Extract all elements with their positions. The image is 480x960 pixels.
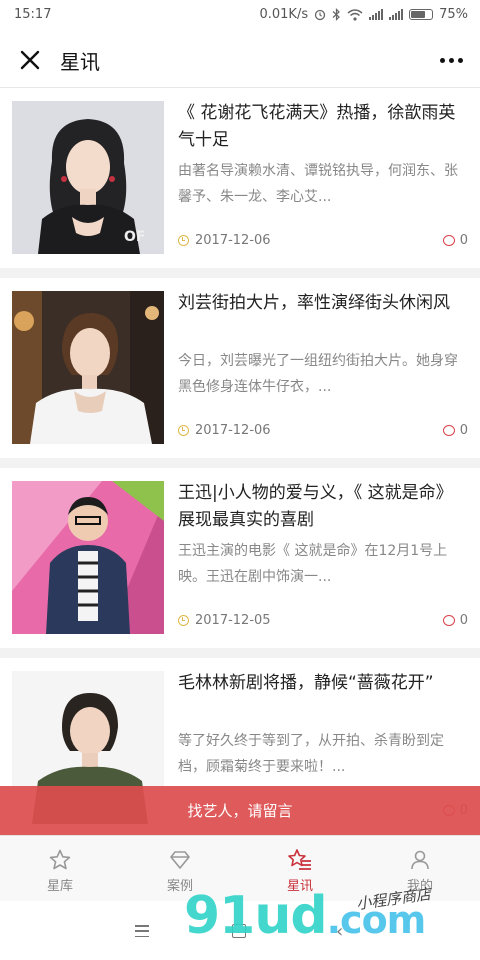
svg-text:OF: OF — [124, 229, 145, 245]
article-title: 王迅|小人物的爱与义，《 这就是命》展现最真实的喜剧 — [178, 483, 453, 530]
article-title: 毛林林新剧将播，静候“蔷薇花开” — [178, 673, 434, 693]
signal-icon — [389, 9, 404, 20]
page-title: 星讯 — [60, 50, 100, 74]
comment-count-text: 0 — [459, 613, 468, 628]
diamond-icon — [170, 851, 190, 869]
article-summary: 今日，刘芸曝光了一组纽约街拍大片。她身穿黑色修身连体牛仔衣，... — [178, 353, 458, 395]
tab-bar: 星库 案例 星讯 我的 — [0, 835, 480, 901]
wifi-icon — [347, 8, 363, 21]
status-time: 15:17 — [14, 7, 52, 22]
tab-cases[interactable]: 案例 — [120, 836, 240, 901]
comment-count-text: 0 — [459, 423, 468, 438]
battery-percent: 75% — [439, 7, 468, 22]
article-date: 2017-12-05 — [178, 613, 271, 628]
article-title: 刘芸街拍大片，率性演绎街头休闲风 — [178, 293, 450, 313]
status-right: 0.01K/s 75% — [259, 7, 468, 22]
tab-label: 案例 — [166, 879, 193, 894]
star-list-icon — [288, 849, 311, 870]
alarm-icon — [314, 9, 326, 21]
clock-icon — [178, 425, 189, 436]
comment-count-text: 0 — [459, 233, 468, 248]
tab-label: 星讯 — [286, 879, 313, 894]
article-thumbnail: OF — [12, 101, 164, 254]
clock-icon — [178, 615, 189, 626]
comment-icon — [442, 425, 455, 436]
article-summary: 王迅主演的电影《 这就是命》在12月1号上映。王迅在剧中饰演一... — [178, 543, 448, 585]
news-card[interactable]: 王迅|小人物的爱与义，《 这就是命》展现最真实的喜剧 王迅主演的电影《 这就是命… — [0, 468, 480, 648]
article-summary: 由著名导演赖水清、谭锐铭执导，何润东、张馨予、朱一龙、李心艾... — [178, 163, 458, 205]
comment-icon — [442, 235, 455, 246]
article-title: 《 花谢花飞花满天》热播，徐歆雨英气十足 — [178, 103, 456, 150]
battery-icon — [409, 9, 434, 20]
article-thumbnail — [12, 481, 164, 634]
menu-icon[interactable] — [135, 925, 149, 937]
tab-label: 星库 — [46, 879, 73, 894]
signal-icon — [369, 9, 384, 20]
close-icon[interactable] — [16, 46, 44, 74]
leave-message-button[interactable]: 找艺人，请留言 — [0, 786, 480, 835]
star-icon — [49, 849, 71, 870]
comment-icon — [442, 615, 455, 626]
news-feed: OF 《 花谢花飞花满天》热播，徐歆雨英气十足 由著名导演赖水清、谭锐铭执导，何… — [0, 88, 480, 848]
tab-label: 我的 — [406, 879, 433, 894]
comment-count: 0 — [442, 423, 468, 438]
app-screen: 15:17 0.01K/s 75% 星讯 OF 《 花谢花飞花满天》热播，徐歆雨… — [0, 0, 480, 960]
comment-count: 0 — [442, 233, 468, 248]
date-text: 2017-12-05 — [195, 613, 271, 628]
person-icon — [411, 850, 429, 870]
clock-icon — [178, 235, 189, 246]
article-thumbnail — [12, 291, 164, 444]
home-icon[interactable] — [232, 924, 246, 938]
news-card[interactable]: 刘芸街拍大片，率性演绎街头休闲风 今日，刘芸曝光了一组纽约街拍大片。她身穿黑色修… — [0, 278, 480, 458]
tab-star-library[interactable]: 星库 — [0, 836, 120, 901]
article-date: 2017-12-06 — [178, 233, 271, 248]
date-text: 2017-12-06 — [195, 423, 271, 438]
nav-bar: 星讯 — [0, 32, 480, 88]
back-icon[interactable]: ‹ — [336, 921, 343, 942]
bluetooth-icon — [332, 8, 340, 21]
news-card[interactable]: OF 《 花谢花飞花满天》热播，徐歆雨英气十足 由著名导演赖水清、谭锐铭执导，何… — [0, 88, 480, 268]
article-summary: 等了好久终于等到了，从开拍、杀青盼到定档，顾霜菊终于要来啦！... — [178, 733, 444, 775]
more-icon[interactable] — [436, 48, 466, 72]
network-speed: 0.01K/s — [259, 7, 309, 22]
article-date: 2017-12-06 — [178, 423, 271, 438]
tab-star-news[interactable]: 星讯 — [240, 836, 360, 901]
comment-count: 0 — [442, 613, 468, 628]
system-nav-bar: ‹ — [0, 901, 480, 960]
tab-mine[interactable]: 我的 — [360, 836, 480, 901]
date-text: 2017-12-06 — [195, 233, 271, 248]
status-bar: 15:17 0.01K/s 75% — [0, 0, 480, 32]
